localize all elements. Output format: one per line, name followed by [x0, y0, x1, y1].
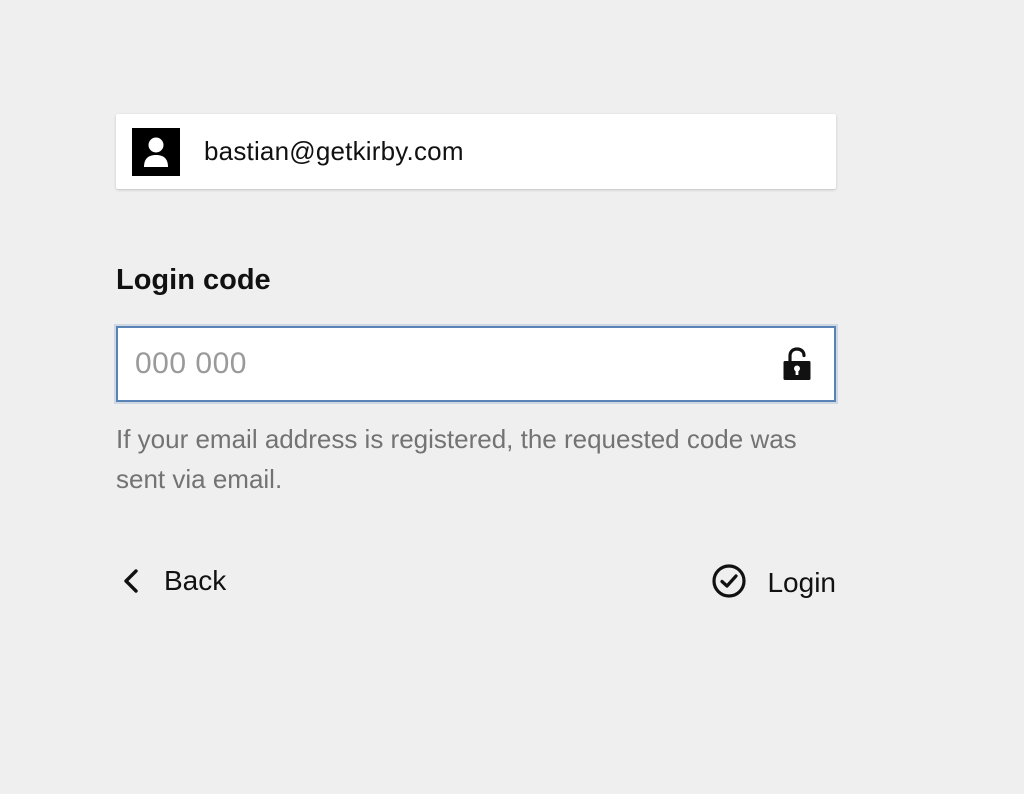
unlock-icon: [780, 344, 814, 384]
back-label: Back: [164, 565, 227, 596]
user-icon: [132, 127, 180, 176]
login-code-label: Login code: [116, 264, 271, 296]
login-button[interactable]: Login: [711, 559, 836, 607]
back-button[interactable]: Back: [116, 557, 226, 605]
user-email: bastian@getkirby.com: [204, 136, 464, 166]
login-label: Login: [767, 567, 836, 598]
login-code-input[interactable]: [118, 328, 780, 400]
user-card: bastian@getkirby.com: [116, 114, 836, 189]
check-circle-icon: [711, 563, 747, 604]
chevron-left-icon: [116, 566, 146, 596]
login-code-help: If your email address is registered, the…: [116, 424, 797, 494]
login-code-field[interactable]: [116, 326, 836, 402]
